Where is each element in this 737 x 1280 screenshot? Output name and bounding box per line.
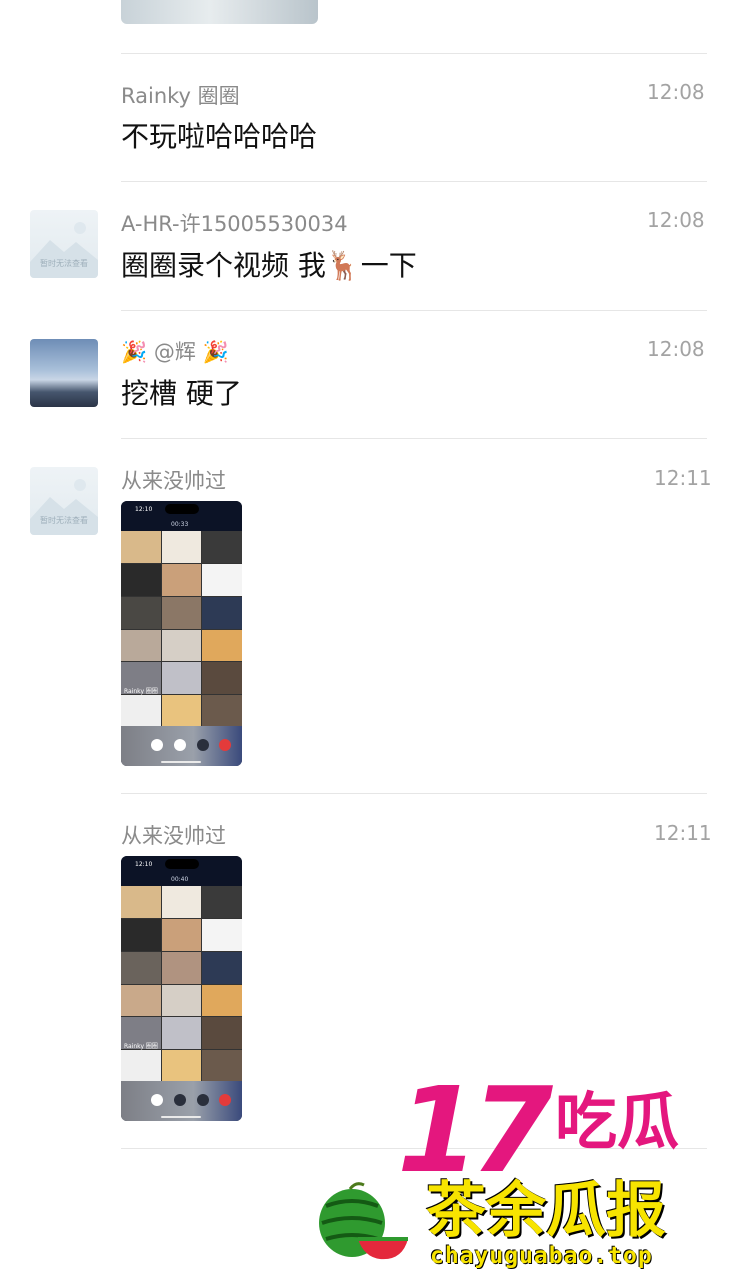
mic-icon — [151, 739, 163, 751]
speaker-icon — [174, 739, 186, 751]
message-time: 12:08 — [647, 208, 705, 232]
video-call-screenshot[interactable]: 12:10 00:40 Rainky 圈圈 — [121, 856, 242, 1121]
message-text-part: 圈圈录个视频 我 — [121, 249, 326, 282]
divider — [121, 310, 707, 311]
watermark-top-text: 吃瓜 — [555, 1085, 680, 1158]
call-controls — [121, 1081, 242, 1121]
sender-name: A-HR-许15005530034 — [121, 212, 348, 236]
call-status-bar: 12:10 00:40 — [121, 856, 242, 886]
divider — [121, 181, 707, 182]
dynamic-island — [165, 504, 199, 514]
camera-icon — [197, 739, 209, 751]
home-indicator — [161, 761, 201, 763]
sender-name: 从来没帅过 — [121, 469, 226, 493]
party-popper-emoji: 🎉 — [121, 340, 148, 364]
watermark-number: 17 — [397, 1061, 553, 1199]
watermelon-icon — [319, 1182, 408, 1260]
mic-icon — [151, 1094, 163, 1106]
message-text: 不玩啦哈哈哈哈 — [121, 120, 318, 153]
message-text: 圈圈录个视频 我🦌一下 — [121, 244, 417, 284]
status-time: 12:10 — [135, 506, 153, 513]
message-time: 12:11 — [654, 821, 712, 845]
avatar[interactable]: 暂时无法查看 — [30, 467, 98, 535]
hangup-icon — [219, 739, 231, 751]
speaker-icon — [174, 1094, 186, 1106]
camera-icon — [197, 1094, 209, 1106]
dynamic-island — [165, 859, 199, 869]
avatar[interactable]: 暂时无法查看 — [30, 210, 98, 278]
call-status-bar: 12:10 00:33 — [121, 501, 242, 531]
sender-name: 🎉 @辉 🎉 — [121, 336, 229, 366]
home-indicator — [161, 1116, 201, 1118]
avatar[interactable] — [30, 339, 98, 407]
video-call-screenshot[interactable]: 12:10 00:33 Rainky 圈圈 — [121, 501, 242, 766]
tile-label: Rainky 圈圈 — [124, 688, 158, 695]
avatar-caption: 暂时无法查看 — [40, 516, 88, 525]
previous-image-thumbnail[interactable] — [121, 0, 318, 24]
sender-name-text: @辉 — [153, 340, 196, 364]
tile-label: Rainky 圈圈 — [124, 1043, 158, 1050]
deer-emoji: 🦌 — [325, 249, 361, 282]
participant-grid — [121, 531, 242, 727]
status-time: 12:10 — [135, 861, 153, 868]
message-text: 挖槽 硬了 — [121, 377, 242, 410]
call-duration: 00:33 — [171, 521, 189, 528]
divider — [121, 53, 707, 54]
call-controls — [121, 726, 242, 766]
message-time: 12:11 — [654, 466, 712, 490]
divider — [121, 793, 707, 794]
sender-name: 从来没帅过 — [121, 824, 226, 848]
party-popper-emoji: 🎉 — [202, 340, 229, 364]
message-text-part: 一下 — [360, 249, 417, 282]
message-time: 12:08 — [647, 80, 705, 104]
call-duration: 00:40 — [171, 876, 189, 883]
participant-grid — [121, 886, 242, 1082]
site-watermark-logo: 17 吃瓜 茶余瓜报 chayuguabao.top — [312, 1071, 732, 1275]
avatar-caption: 暂时无法查看 — [40, 259, 88, 268]
message-time: 12:08 — [647, 337, 705, 361]
divider — [121, 438, 707, 439]
sender-name: Rainky 圈圈 — [121, 84, 240, 108]
watermark-url: chayuguabao.top — [430, 1243, 653, 1269]
watermark-main-text: 茶余瓜报 — [426, 1176, 666, 1246]
hangup-icon — [219, 1094, 231, 1106]
